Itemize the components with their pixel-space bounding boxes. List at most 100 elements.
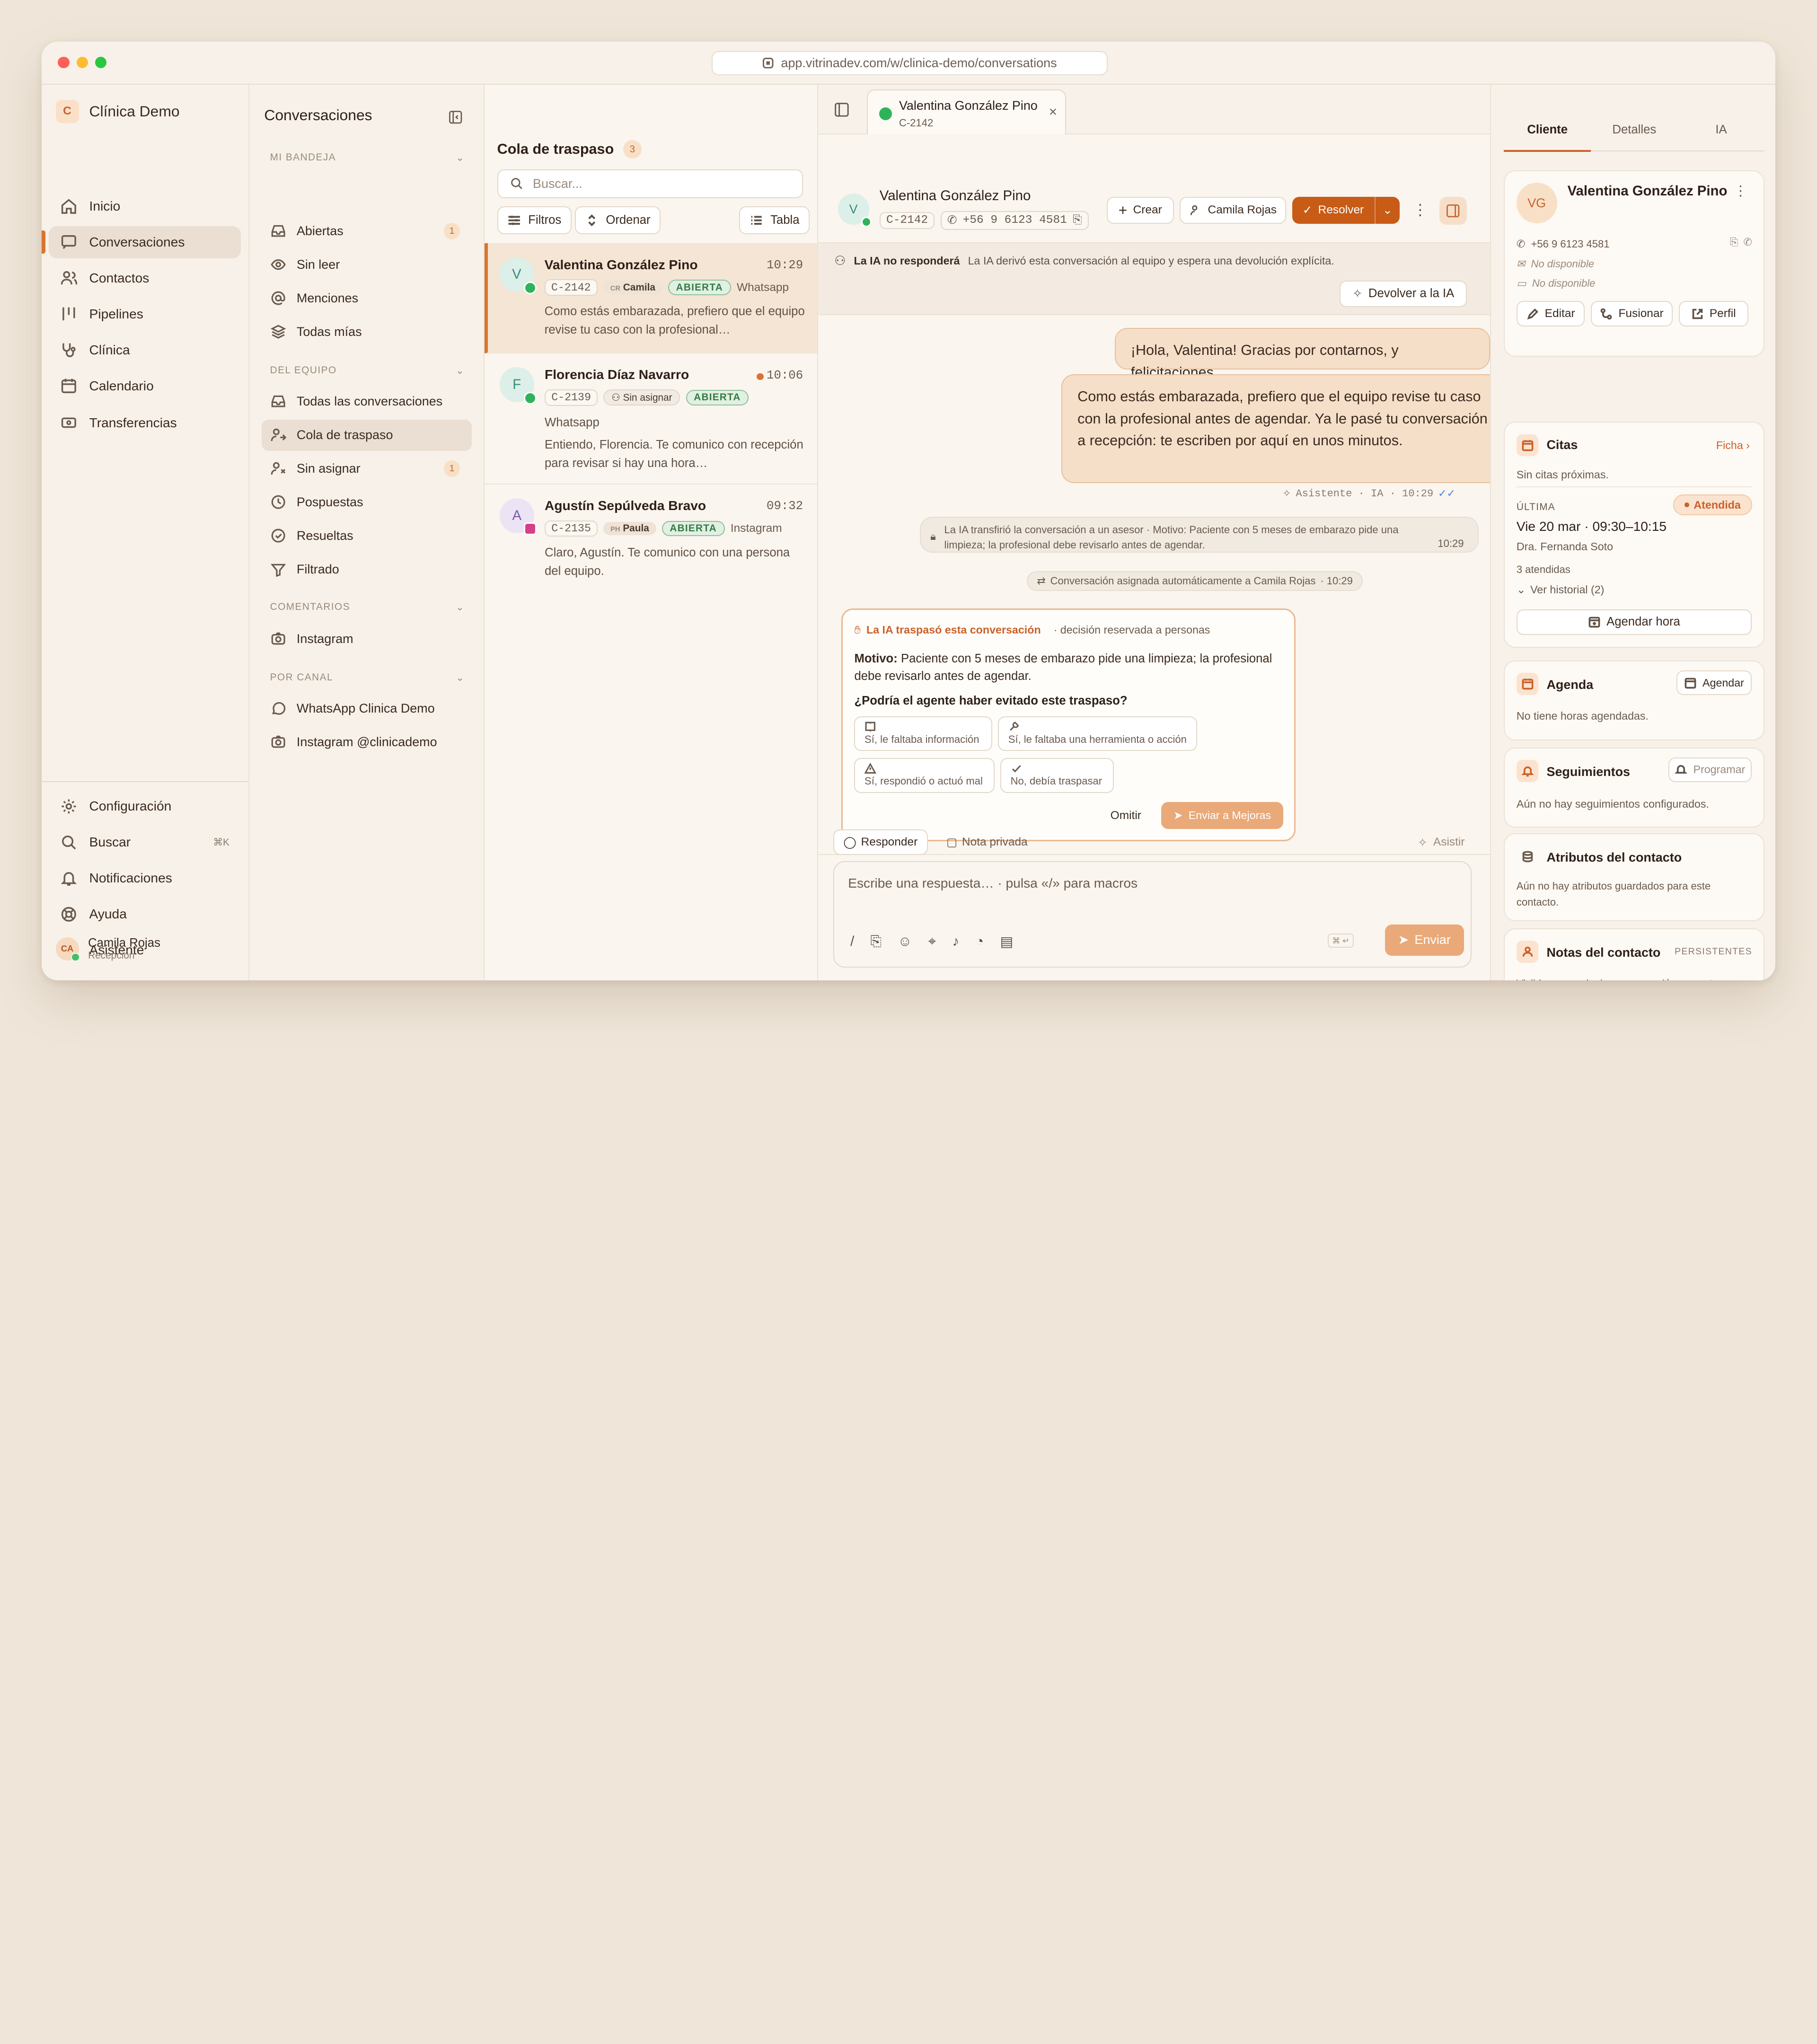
instagram-badge-icon (523, 522, 537, 536)
sort-button[interactable]: Ordenar (574, 206, 661, 234)
tab-detalles[interactable]: Detalles (1591, 123, 1678, 137)
inbox-canal-whatsapp[interactable]: WhatsApp Clinica Demo (262, 693, 471, 724)
emoji-icon[interactable]: ☺ (898, 934, 912, 950)
send-feedback-button[interactable]: ➤ Enviar a Mejoras (1161, 802, 1283, 829)
nav-notificaciones[interactable]: Notificaciones (49, 862, 241, 895)
assist-button[interactable]: ✧ Asistir (1418, 836, 1464, 850)
book-appointment-button[interactable]: Agendar hora (1516, 609, 1752, 635)
book-icon (865, 722, 875, 732)
resolve-options-button[interactable]: ⌄ (1374, 197, 1400, 224)
inbox-comentarios-instagram[interactable]: Instagram (262, 624, 471, 655)
url-bar[interactable]: app.vitrinadev.com/w/clinica-demo/conver… (711, 51, 1108, 76)
whatsapp-template-icon[interactable]: ◔ (975, 934, 984, 950)
private-note-tab[interactable]: ▢ Nota privada (937, 829, 1037, 855)
nav-clinica[interactable]: Clínica (49, 334, 241, 366)
inbox-todas-conversaciones[interactable]: Todas las conversaciones (262, 386, 471, 417)
more-options-icon[interactable]: ⋮ (1412, 201, 1428, 219)
message-bubble: Como estás embarazada, prefiero que el e… (1061, 374, 1509, 484)
toggle-contact-panel-button[interactable] (1439, 197, 1467, 225)
nav-transferencias[interactable]: Transferencias (49, 407, 241, 440)
conversation-item[interactable]: F Florencia Díaz Navarro 10:06 C-2139 ⚇ … (484, 353, 817, 485)
inbox-filtrado[interactable]: Filtrado (262, 554, 471, 585)
close-tab-icon[interactable]: × (1049, 104, 1057, 120)
feedback-option[interactable]: No, debía traspasar (1000, 758, 1114, 793)
location-icon[interactable]: ⌖ (928, 934, 936, 950)
inbox-cola-de-traspaso[interactable]: Cola de traspaso (262, 419, 472, 451)
inbox-resueltas[interactable]: Resueltas (262, 520, 471, 552)
filters-button[interactable]: Filtros (497, 206, 572, 234)
send-button[interactable]: ➤ Enviar (1385, 924, 1464, 956)
view-history-toggle[interactable]: ⌄ Ver historial (2) (1517, 581, 1605, 598)
section-comentarios[interactable]: COMENTARIOS ⌄ (270, 601, 465, 613)
table-view-button[interactable]: Tabla (739, 206, 810, 234)
reply-tab[interactable]: ◯ Responder (833, 829, 928, 855)
microphone-icon[interactable]: ♪ (952, 934, 959, 950)
merge-contact-button[interactable]: Fusionar (1590, 301, 1673, 327)
collapse-panel-icon[interactable] (449, 110, 462, 124)
conversation-item[interactable]: V Valentina González Pino 10:29 C-2142 C… (484, 243, 817, 353)
attach-icon[interactable]: ⎘ (871, 934, 882, 950)
maximize-window-button[interactable] (95, 56, 107, 69)
list-search-input[interactable]: Buscar... (497, 169, 803, 198)
inbox-menciones[interactable]: Menciones (262, 283, 471, 314)
section-por-canal[interactable]: POR CANAL ⌄ (270, 672, 465, 684)
more-options-icon[interactable]: ⋮ (1734, 183, 1747, 199)
close-window-button[interactable] (58, 56, 70, 69)
copy-icon[interactable]: ⎘ (1073, 213, 1082, 227)
feedback-option[interactable]: Sí, respondió o actuó mal (854, 758, 995, 793)
feedback-option[interactable]: Sí, le faltaba información (854, 716, 992, 751)
schedule-button[interactable]: Agendar (1676, 670, 1752, 695)
return-to-ai-button[interactable]: ✧ Devolver a la IA (1340, 280, 1467, 307)
nav-calendario[interactable]: Calendario (49, 370, 241, 402)
contact-document: ▭ No disponible (1517, 275, 1596, 291)
conversation-id: C-2142 (879, 211, 935, 229)
inbox-abiertas[interactable]: Abiertas 1 (262, 216, 471, 247)
edit-contact-button[interactable]: Editar (1516, 301, 1585, 327)
inbox-canal-instagram[interactable]: Instagram @clinicademo (262, 727, 471, 758)
resolve-button[interactable]: ✓ Resolver (1292, 197, 1375, 223)
tab-cliente[interactable]: Cliente (1504, 123, 1591, 152)
nav-ayuda[interactable]: Ayuda (49, 898, 241, 931)
create-button[interactable]: + Crear (1106, 197, 1174, 224)
feedback-option[interactable]: Sí, le faltaba una herramienta o acción (998, 716, 1198, 751)
nav-buscar[interactable]: Buscar ⌘K (49, 826, 241, 859)
skip-button[interactable]: Omitir (1111, 809, 1141, 822)
handoff-reason: Motivo: Paciente con 5 meses de embarazo… (854, 650, 1283, 685)
nav-inicio[interactable]: Inicio (49, 190, 241, 223)
nav-pipelines[interactable]: Pipelines (49, 298, 241, 330)
nav-contactos[interactable]: Contactos (49, 262, 241, 294)
toggle-sidebar-icon[interactable] (834, 102, 849, 117)
conversation-preview: Como estás embarazada, prefiero que el e… (544, 305, 805, 337)
tab-ia[interactable]: IA (1678, 123, 1765, 137)
assignee-button[interactable]: Camila Rojas (1180, 197, 1287, 224)
inbox-pospuestas[interactable]: Pospuestas (262, 487, 471, 518)
external-link-icon (1692, 308, 1702, 319)
conversation-preview: Claro, Agustín. Te comunico con una pers… (545, 546, 790, 578)
handoff-title: La IA traspasó esta conversación (866, 624, 1041, 636)
program-button[interactable]: Programar (1668, 758, 1752, 782)
nav-conversaciones[interactable]: Conversaciones (48, 226, 241, 259)
nav-configuracion[interactable]: Configuración (49, 790, 241, 823)
user-profile[interactable]: CA Camila Rojas Recepción (55, 936, 160, 962)
conversation-time: 09:32 (767, 499, 803, 513)
inbox-sin-leer[interactable]: Sin leer (262, 249, 471, 281)
reply-composer[interactable]: Escribe una respuesta… · pulsa «/» para … (833, 861, 1472, 968)
inbox-todas-mias[interactable]: Todas mías (262, 317, 471, 348)
phone-chip[interactable]: ✆ +56 9 6123 4581 ⎘ (940, 211, 1089, 230)
section-del-equipo[interactable]: DEL EQUIPO ⌄ (270, 365, 465, 377)
workspace-switcher[interactable]: C Clínica Demo (55, 99, 180, 123)
conversation-item[interactable]: A Agustín Sepúlveda Bravo 09:32 C-2135 P… (485, 485, 817, 595)
active-indicator (42, 230, 45, 254)
minimize-window-button[interactable] (76, 56, 88, 69)
call-icon[interactable]: ✆ (1743, 236, 1752, 248)
clipboard-icon[interactable]: ▤ (1000, 934, 1013, 950)
copy-icon[interactable]: ⎘ (1730, 236, 1738, 248)
chevron-right-icon: › (1746, 439, 1750, 451)
section-mi-bandeja[interactable]: MI BANDEJA ⌄ (270, 152, 465, 164)
profile-button[interactable]: Perfil (1678, 301, 1748, 327)
tab-label: Responder (861, 836, 918, 849)
conversation-tab[interactable]: Valentina González Pino C-2142 × (866, 89, 1067, 136)
inbox-sin-asignar[interactable]: Sin asignar 1 (262, 453, 471, 485)
ficha-link[interactable]: Ficha › (1716, 439, 1750, 452)
macro-slash-icon[interactable]: / (850, 934, 854, 950)
